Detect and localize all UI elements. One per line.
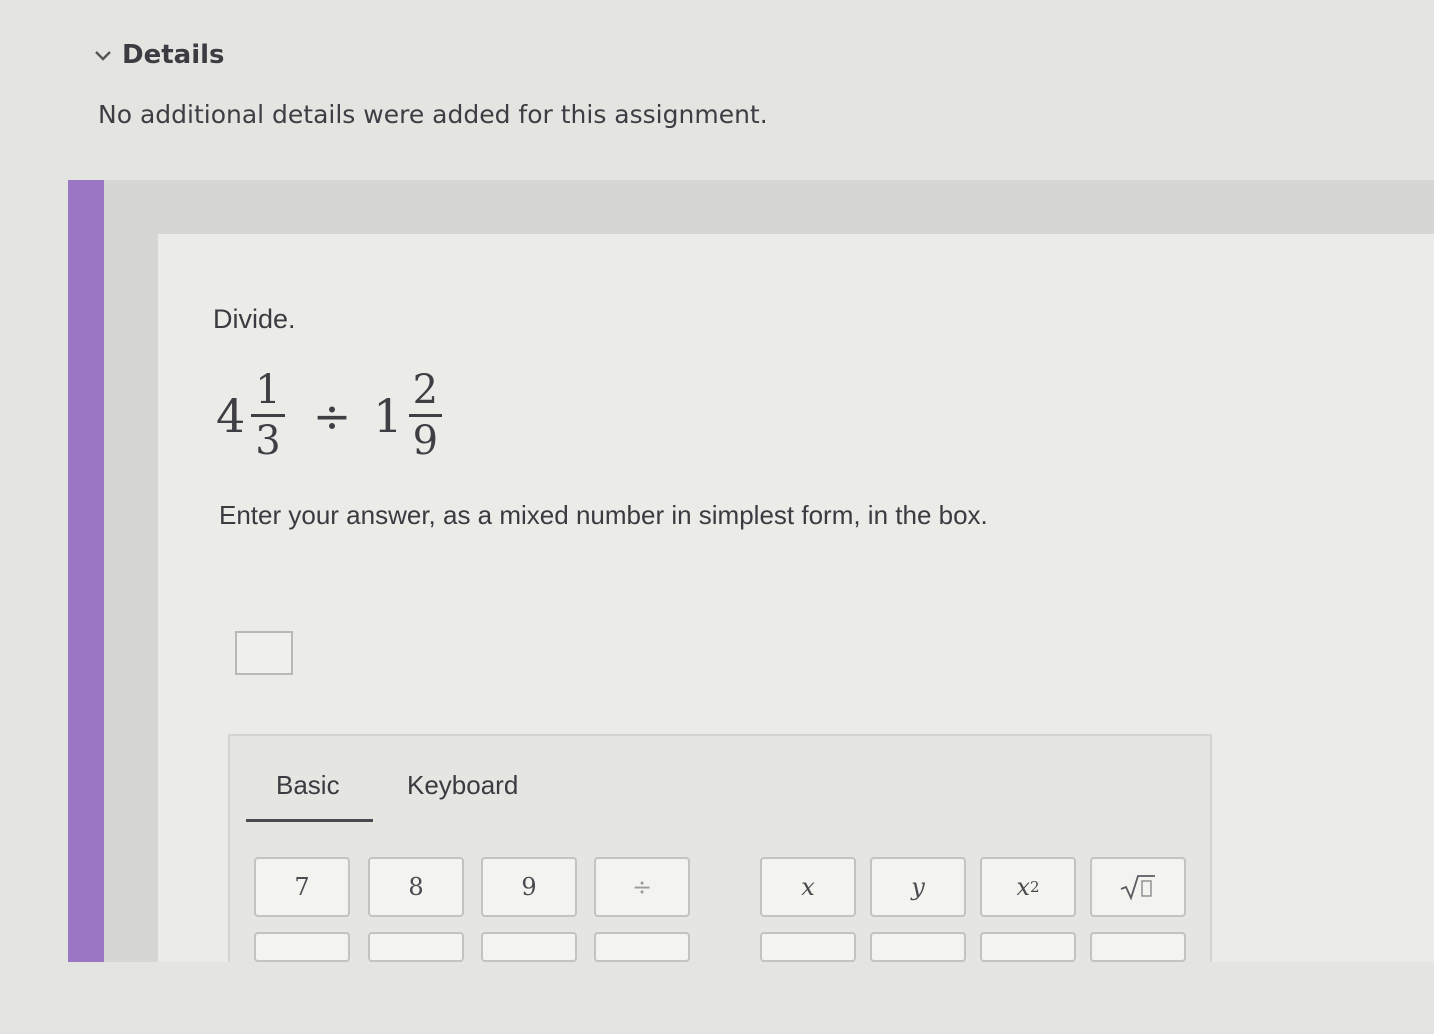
key-multiply[interactable] [594, 932, 690, 962]
key-5[interactable] [368, 932, 464, 962]
key-x-squared-exponent: 2 [1030, 878, 1040, 896]
divide-icon: ÷ [631, 873, 653, 901]
active-tab-indicator [246, 819, 373, 822]
right-whole: 1 [373, 388, 403, 443]
key-9[interactable]: 9 [481, 857, 577, 917]
key-y-label: y [911, 873, 925, 901]
key-square-root[interactable] [1090, 857, 1186, 917]
math-keypad [228, 734, 1212, 962]
key-x[interactable]: x [760, 857, 856, 917]
tab-basic[interactable]: Basic [276, 770, 340, 801]
division-operator: ÷ [312, 388, 352, 443]
key-7-label: 7 [294, 873, 310, 901]
details-toggle[interactable]: Details [92, 40, 225, 70]
tab-keyboard[interactable]: Keyboard [407, 770, 518, 801]
key-4[interactable] [254, 932, 350, 962]
right-denominator: 9 [408, 414, 443, 461]
details-text: No additional details were added for thi… [98, 100, 768, 129]
key-x-squared-base: x [1016, 873, 1030, 901]
left-fraction: 1 3 [251, 367, 285, 461]
screen-bottom-edge [0, 962, 1434, 1034]
chevron-down-icon [95, 51, 111, 61]
key-7[interactable]: 7 [254, 857, 350, 917]
question-prompt: Divide. [213, 304, 296, 334]
question-accent-bar [68, 180, 104, 962]
key-decimal[interactable] [1090, 932, 1186, 962]
right-fraction: 2 9 [408, 367, 443, 461]
key-8[interactable]: 8 [368, 857, 464, 917]
key-x-label: x [801, 873, 815, 901]
question-instructions: Enter your answer, as a mixed number in … [219, 500, 988, 530]
left-numerator: 1 [255, 367, 281, 413]
key-exponent[interactable] [870, 932, 966, 962]
key-y[interactable]: y [870, 857, 966, 917]
panel-header-strip [104, 180, 1434, 234]
key-fraction[interactable] [760, 932, 856, 962]
key-6[interactable] [481, 932, 577, 962]
key-x-squared[interactable]: x2 [980, 857, 1076, 917]
math-expression: 4 1 3 ÷ 1 2 9 [216, 370, 448, 461]
right-numerator: 2 [412, 367, 439, 413]
panel-margin [104, 180, 158, 962]
key-nth-root[interactable] [980, 932, 1076, 962]
details-title: Details [122, 40, 225, 70]
key-divide[interactable]: ÷ [594, 857, 690, 917]
key-8-label: 8 [408, 873, 424, 901]
left-denominator: 3 [251, 414, 285, 461]
square-root-icon [1120, 875, 1155, 901]
left-whole: 4 [216, 388, 246, 443]
answer-input[interactable] [235, 631, 293, 675]
key-9-label: 9 [521, 873, 537, 901]
